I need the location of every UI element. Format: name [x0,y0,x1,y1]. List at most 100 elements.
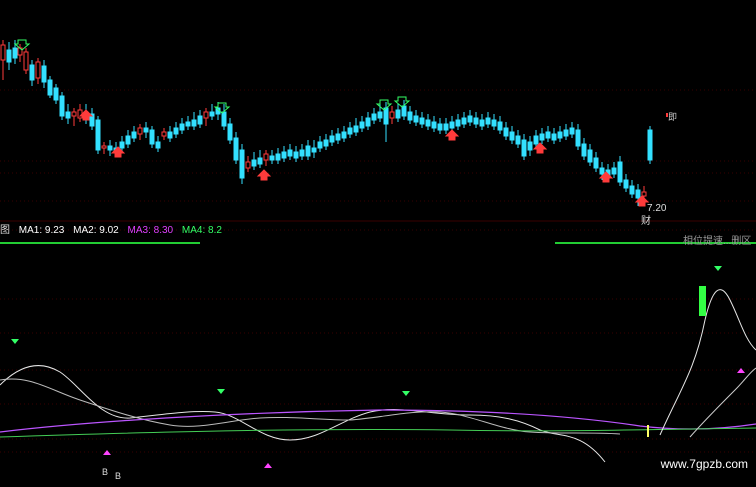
candle-body [389,111,395,119]
ma4-label: MA4: 8.2 [181,225,222,236]
candle-body [329,135,335,143]
candle-body [455,119,461,127]
candle-body [311,147,317,153]
candle-body [521,139,527,157]
candle-body [365,117,371,127]
peak-marker [11,339,19,344]
candle-body [491,119,497,127]
legend-prefix: 图 [0,225,10,236]
candle-body [281,151,287,159]
candle-body [119,141,125,149]
oscillator-base-line [0,427,756,438]
peak-marker [402,391,410,396]
candle-body [131,131,137,139]
candle-body [167,131,173,139]
candle-body [545,131,551,139]
candle-body [59,95,65,117]
candle-body [419,117,425,125]
candle-body [221,111,227,127]
candle-body [467,115,473,123]
yellow-signal-bar [647,425,649,437]
candle-body [503,127,509,137]
candle-body [137,127,143,135]
candle-body [431,121,437,129]
candle-body [233,137,239,161]
grid-lines [0,89,756,453]
candle-body [623,179,629,189]
candle-body [515,135,521,145]
candle-body [71,111,77,117]
candle-body [449,121,455,129]
ma3-label: MA3: 8.30 [127,225,174,236]
candle-body [509,131,515,141]
candle-body [347,127,353,135]
candle-body [587,149,593,163]
candle-body [125,135,131,145]
candle-body [209,111,215,117]
ma1-label: MA1: 9.23 [18,225,65,236]
finance-mark: 财 [641,216,651,227]
candle-body [155,141,161,149]
candle-body [341,131,347,139]
candle-body [575,129,581,147]
candle-body [647,129,653,161]
candle-body [413,115,419,123]
candle-body [257,157,263,165]
candle-body [35,61,41,79]
watermark-text: www.7gpzb.com [660,457,748,471]
candle-body [293,151,299,159]
candle-body [47,79,53,96]
candle-body [485,117,491,125]
candle-body [641,191,647,197]
candle-body [263,153,269,161]
candle-body [593,157,599,169]
candle-body [335,133,341,141]
bottom-marker-b1: B [102,467,109,477]
candle-body [269,155,275,161]
candle-body [635,189,641,199]
candle-body [629,185,635,195]
candle-body [383,107,389,125]
candle-body [173,127,179,135]
trough-marker [264,463,272,468]
candle-body [227,123,233,141]
candle-body [443,123,449,131]
candle-body [479,119,485,127]
candle-body [557,131,563,139]
candle-body [617,161,623,183]
candle-body [611,167,617,175]
oscillator-signal-line [0,409,756,433]
candle-body [287,149,293,157]
candle-body [251,159,257,167]
candle-body [185,121,191,127]
candle-body [599,167,605,175]
candle-body [275,153,281,161]
candle-body [317,141,323,149]
right-panel-text: 相位提速...删区 [683,236,752,247]
candle-body [323,139,329,147]
candle-body [539,133,545,141]
candle-body [245,161,251,169]
candle-body [41,65,47,83]
candle-body [179,123,185,131]
candle-body [65,111,71,119]
ma2-label: MA2: 9.02 [73,225,119,236]
candle-body [299,149,305,157]
candle-body [401,105,407,117]
candlestick-series [0,40,668,206]
candle-body [461,117,467,125]
candle-body [581,143,587,157]
candle-body [437,123,443,131]
candle-body [197,115,203,125]
candle-body [12,47,18,59]
candle-body [305,145,311,157]
sell-arrow [256,169,272,181]
candle-body [563,129,569,137]
candle-body [161,131,167,137]
candle-body [23,51,29,71]
green-signal-bar [699,286,706,316]
candle-body [53,87,59,101]
candle-body [239,149,245,179]
chart-canvas[interactable] [0,0,756,487]
candle-body [359,121,365,129]
